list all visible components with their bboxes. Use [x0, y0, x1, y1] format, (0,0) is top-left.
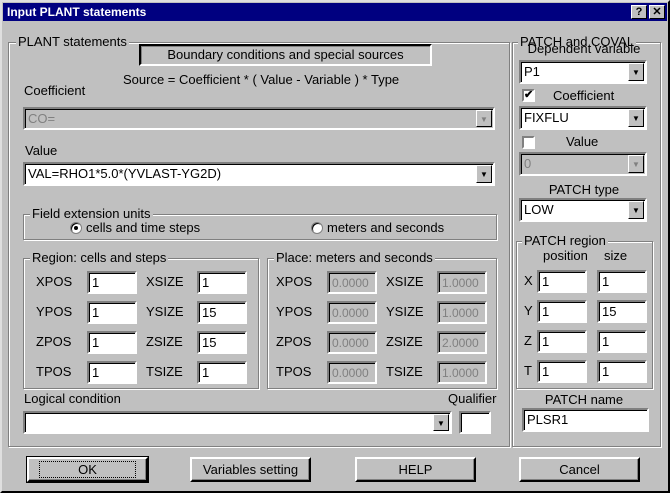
- patch-type-combo[interactable]: LOW ▼: [519, 198, 647, 222]
- meters-seconds-label: meters and seconds: [327, 220, 445, 235]
- region-legend: Region: cells and steps: [30, 250, 169, 265]
- logical-condition-label: Logical condition: [24, 391, 121, 406]
- place-size-input[interactable]: 1.0000: [437, 271, 487, 294]
- chevron-down-icon[interactable]: ▼: [628, 201, 644, 219]
- place-pos-label: XPOS: [276, 274, 313, 289]
- region-size-label: XSIZE: [146, 274, 184, 289]
- coefficient-checkbox[interactable]: ✔: [522, 89, 535, 102]
- coefficient-combo[interactable]: CO= ▼: [23, 107, 495, 130]
- ok-button[interactable]: OK: [26, 456, 149, 483]
- patch-position-input[interactable]: 1: [537, 360, 587, 383]
- help-button[interactable]: HELP: [355, 457, 476, 482]
- qualifier-label: Qualifier: [448, 391, 497, 406]
- place-size-input[interactable]: 1.0000: [437, 301, 487, 324]
- title-bar: Input PLANT statements: [3, 3, 667, 21]
- place-pos-input[interactable]: 0.0000: [327, 271, 377, 294]
- chevron-down-icon[interactable]: ▼: [476, 165, 492, 183]
- meters-seconds-radio[interactable]: [311, 222, 323, 234]
- value-label: Value: [25, 143, 58, 158]
- patch-coefficient-label: Coefficient: [553, 88, 615, 103]
- region-size-label: TSIZE: [146, 364, 183, 379]
- place-size-label: ZSIZE: [386, 334, 423, 349]
- region-size-label: ZSIZE: [146, 334, 183, 349]
- region-pos-label: YPOS: [36, 304, 73, 319]
- value-checkbox[interactable]: [522, 136, 535, 149]
- dependent-variable-combo[interactable]: P1 ▼: [519, 60, 647, 84]
- patch-size-input[interactable]: 1: [597, 360, 647, 383]
- region-pos-input[interactable]: 1: [87, 331, 137, 354]
- place-pos-label: ZPOS: [276, 334, 312, 349]
- patch-value-label: Value: [566, 134, 599, 149]
- chevron-down-icon[interactable]: ▼: [476, 110, 492, 127]
- source-formula: Source = Coefficient * ( Value - Variabl…: [123, 72, 400, 87]
- place-pos-label: YPOS: [276, 304, 313, 319]
- position-header: position: [543, 248, 588, 263]
- cells-steps-label: cells and time steps: [86, 220, 201, 235]
- place-size-label: TSIZE: [386, 364, 423, 379]
- coefficient-value: CO=: [28, 111, 56, 126]
- patch-position-input[interactable]: 1: [537, 330, 587, 353]
- patch-size-input[interactable]: 1: [597, 330, 647, 353]
- dependent-variable-label: Dependent variable: [527, 41, 641, 56]
- patch-coefficient-combo[interactable]: FIXFLU ▼: [519, 106, 647, 130]
- place-size-label: YSIZE: [386, 304, 424, 319]
- close-icon[interactable]: ✕: [649, 5, 665, 19]
- boundary-conditions-button[interactable]: Boundary conditions and special sources: [139, 44, 432, 66]
- patch-value-value: 0: [524, 156, 532, 171]
- patch-name-input[interactable]: PLSR1: [522, 408, 649, 432]
- region-size-input[interactable]: 15: [197, 301, 247, 324]
- region-pos-label: ZPOS: [36, 334, 72, 349]
- field-extension-legend: Field extension units: [30, 206, 153, 221]
- region-size-input[interactable]: 1: [197, 271, 247, 294]
- region-pos-label: TPOS: [36, 364, 72, 379]
- coefficient-label: Coefficient: [24, 83, 86, 98]
- patch-region-legend: PATCH region: [522, 233, 608, 248]
- value-value: VAL=RHO1*5.0*(YVLAST-YG2D): [28, 166, 222, 181]
- place-size-input[interactable]: 1.0000: [437, 361, 487, 384]
- place-size-label: XSIZE: [386, 274, 424, 289]
- ok-label: OK: [39, 461, 136, 478]
- logical-condition-combo[interactable]: ▼: [23, 411, 452, 434]
- place-pos-input[interactable]: 0.0000: [327, 331, 377, 354]
- variables-setting-button[interactable]: Variables setting: [190, 457, 311, 482]
- patch-value-combo[interactable]: 0 ▼: [519, 152, 647, 176]
- patch-type-label: PATCH type: [548, 182, 620, 197]
- place-legend: Place: meters and seconds: [274, 250, 435, 265]
- place-pos-input[interactable]: 0.0000: [327, 301, 377, 324]
- help-title-button[interactable]: ?: [631, 5, 647, 19]
- patch-size-input[interactable]: 1: [597, 270, 647, 293]
- chevron-down-icon[interactable]: ▼: [628, 155, 644, 173]
- patch-name-label: PATCH name: [544, 392, 624, 407]
- region-pos-input[interactable]: 1: [87, 271, 137, 294]
- patch-position-input[interactable]: 1: [537, 300, 587, 323]
- patch-axis-label: X: [524, 273, 533, 288]
- patch-type-value: LOW: [524, 202, 554, 217]
- region-pos-input[interactable]: 1: [87, 301, 137, 324]
- chevron-down-icon[interactable]: ▼: [433, 414, 449, 431]
- cancel-button[interactable]: Cancel: [519, 457, 640, 482]
- value-combo[interactable]: VAL=RHO1*5.0*(YVLAST-YG2D) ▼: [23, 162, 495, 186]
- dependent-variable-value: P1: [524, 64, 540, 79]
- patch-position-input[interactable]: 1: [537, 270, 587, 293]
- region-pos-input[interactable]: 1: [87, 361, 137, 384]
- chevron-down-icon[interactable]: ▼: [628, 63, 644, 81]
- region-size-input[interactable]: 15: [197, 331, 247, 354]
- cells-steps-radio[interactable]: [70, 222, 82, 234]
- patch-coefficient-value: FIXFLU: [524, 110, 569, 125]
- region-size-input[interactable]: 1: [197, 361, 247, 384]
- region-pos-label: XPOS: [36, 274, 73, 289]
- place-size-input[interactable]: 2.0000: [437, 331, 487, 354]
- patch-size-input[interactable]: 15: [597, 300, 647, 323]
- size-header: size: [604, 248, 628, 263]
- patch-axis-label: Y: [524, 303, 533, 318]
- plant-statements-legend: PLANT statements: [16, 34, 129, 49]
- place-pos-label: TPOS: [276, 364, 312, 379]
- qualifier-input[interactable]: [459, 411, 491, 434]
- place-pos-input[interactable]: 0.0000: [327, 361, 377, 384]
- patch-axis-label: Z: [524, 333, 532, 348]
- patch-axis-label: T: [524, 363, 532, 378]
- window-title: Input PLANT statements: [7, 5, 147, 19]
- chevron-down-icon[interactable]: ▼: [628, 109, 644, 127]
- region-size-label: YSIZE: [146, 304, 184, 319]
